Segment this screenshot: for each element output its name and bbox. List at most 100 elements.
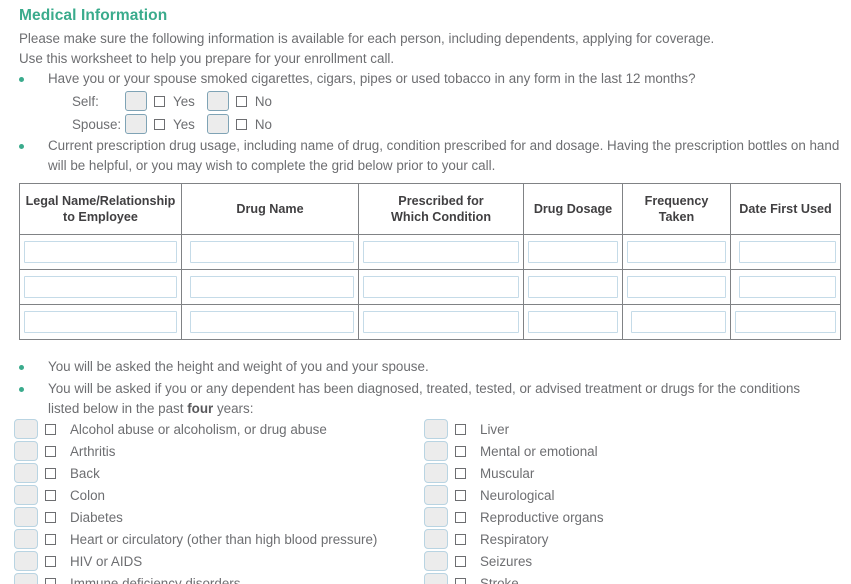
condition-checkbox[interactable] bbox=[45, 423, 56, 435]
self-no-label: No bbox=[254, 93, 272, 109]
input-legal-name[interactable] bbox=[24, 311, 177, 333]
spouse-no-field[interactable] bbox=[206, 114, 229, 134]
condition-field-box[interactable] bbox=[424, 573, 448, 584]
input-date-first-used[interactable] bbox=[735, 311, 836, 333]
input-drug-dosage[interactable] bbox=[528, 241, 618, 263]
list-item: HIV or AIDS bbox=[14, 550, 377, 572]
list-item: Reproductive organs bbox=[424, 506, 604, 528]
condition-checkbox[interactable] bbox=[455, 533, 466, 545]
condition-field-box[interactable] bbox=[14, 573, 38, 584]
col-header-drug-dosage: Drug Dosage bbox=[523, 183, 623, 235]
cell-drug-name bbox=[181, 234, 359, 270]
condition-field-box[interactable] bbox=[14, 507, 38, 527]
col-header-legal-name: Legal Name/Relationship to Employee bbox=[19, 183, 182, 235]
condition-checkbox[interactable] bbox=[45, 511, 56, 523]
condition-label: Back bbox=[70, 465, 100, 481]
cell-drug-dosage bbox=[523, 234, 623, 270]
condition-field-box[interactable] bbox=[424, 441, 448, 461]
list-item: Arthritis bbox=[14, 440, 377, 462]
input-drug-name[interactable] bbox=[190, 241, 354, 263]
condition-field-box[interactable] bbox=[424, 485, 448, 505]
table-row bbox=[19, 234, 841, 270]
col-header-line: Prescribed for bbox=[398, 194, 484, 208]
cell-date-first-used bbox=[730, 269, 841, 305]
condition-label: Diabetes bbox=[70, 509, 123, 525]
answer-label-spouse: Spouse: bbox=[72, 116, 122, 132]
condition-label: Seizures bbox=[480, 553, 533, 569]
condition-label: Colon bbox=[70, 487, 105, 503]
condition-checkbox[interactable] bbox=[45, 555, 56, 567]
condition-field-box[interactable] bbox=[14, 419, 38, 439]
input-frequency[interactable] bbox=[631, 311, 726, 333]
input-legal-name[interactable] bbox=[24, 276, 177, 298]
condition-field-box[interactable] bbox=[14, 529, 38, 549]
condition-field-box[interactable] bbox=[14, 485, 38, 505]
condition-label: Heart or circulatory (other than high bl… bbox=[70, 531, 378, 547]
bullet-prescription-info: Current prescription drug usage, includi… bbox=[19, 136, 844, 176]
bullet-height-weight-text: You will be asked the height and weight … bbox=[48, 359, 429, 374]
bullet-tobacco-text: Have you or your spouse smoked cigarette… bbox=[48, 71, 696, 86]
input-prescribed-for[interactable] bbox=[363, 241, 519, 263]
input-drug-name[interactable] bbox=[190, 276, 354, 298]
input-date-first-used[interactable] bbox=[739, 241, 836, 263]
condition-checkbox[interactable] bbox=[45, 489, 56, 501]
input-prescribed-for[interactable] bbox=[363, 311, 519, 333]
self-no-field[interactable] bbox=[206, 91, 229, 111]
condition-label: Arthritis bbox=[70, 443, 116, 459]
spouse-yes-field[interactable] bbox=[125, 114, 147, 134]
condition-checkbox[interactable] bbox=[45, 445, 56, 457]
input-legal-name[interactable] bbox=[24, 241, 177, 263]
col-header-prescribed-for: Prescribed for Which Condition bbox=[358, 183, 524, 235]
condition-field-box[interactable] bbox=[14, 441, 38, 461]
conditions-text-bold: four bbox=[187, 401, 214, 416]
cell-legal-name bbox=[19, 234, 182, 270]
bullet-tobacco-question: Have you or your spouse smoked cigarette… bbox=[19, 69, 829, 89]
input-drug-dosage[interactable] bbox=[528, 311, 618, 333]
condition-field-box[interactable] bbox=[14, 551, 38, 571]
input-date-first-used[interactable] bbox=[739, 276, 836, 298]
col-header-line: Taken bbox=[658, 210, 695, 224]
spouse-no-checkbox[interactable] bbox=[235, 118, 247, 130]
condition-label: Immune deficiency disorders bbox=[70, 575, 241, 584]
condition-checkbox[interactable] bbox=[455, 445, 466, 457]
input-frequency[interactable] bbox=[627, 276, 726, 298]
condition-checkbox[interactable] bbox=[45, 467, 56, 479]
cell-prescribed-for bbox=[358, 234, 524, 270]
input-drug-dosage[interactable] bbox=[528, 276, 618, 298]
self-yes-field[interactable] bbox=[125, 91, 147, 111]
condition-checkbox[interactable] bbox=[455, 511, 466, 523]
condition-field-box[interactable] bbox=[14, 463, 38, 483]
condition-field-box[interactable] bbox=[424, 551, 448, 571]
condition-field-box[interactable] bbox=[424, 463, 448, 483]
input-drug-name[interactable] bbox=[190, 311, 354, 333]
self-yes-checkbox[interactable] bbox=[154, 95, 165, 107]
condition-label: Liver bbox=[480, 421, 510, 437]
table-header-row: Legal Name/Relationship to Employee Drug… bbox=[19, 183, 841, 235]
list-item: Stroke bbox=[424, 572, 604, 584]
condition-label: Alcohol abuse or alcoholism, or drug abu… bbox=[70, 421, 327, 437]
spouse-yes-checkbox[interactable] bbox=[154, 118, 165, 130]
condition-checkbox[interactable] bbox=[455, 489, 466, 501]
condition-field-box[interactable] bbox=[424, 529, 448, 549]
list-item: Seizures bbox=[424, 550, 604, 572]
self-yes-label: Yes bbox=[173, 93, 195, 109]
cell-prescribed-for bbox=[358, 269, 524, 305]
list-item: Back bbox=[14, 462, 377, 484]
list-item: Mental or emotional bbox=[424, 440, 604, 462]
input-frequency[interactable] bbox=[627, 241, 726, 263]
condition-checkbox[interactable] bbox=[45, 577, 56, 584]
condition-checkbox[interactable] bbox=[455, 577, 466, 584]
condition-checkbox[interactable] bbox=[455, 423, 466, 435]
condition-field-box[interactable] bbox=[424, 419, 448, 439]
list-item: Heart or circulatory (other than high bl… bbox=[14, 528, 377, 550]
cell-date-first-used bbox=[730, 234, 841, 270]
condition-checkbox[interactable] bbox=[455, 555, 466, 567]
input-prescribed-for[interactable] bbox=[363, 276, 519, 298]
condition-checkbox[interactable] bbox=[455, 467, 466, 479]
condition-checkbox[interactable] bbox=[45, 533, 56, 545]
condition-label: Stroke bbox=[480, 575, 519, 584]
condition-field-box[interactable] bbox=[424, 507, 448, 527]
prescription-drug-table: Legal Name/Relationship to Employee Drug… bbox=[19, 183, 841, 340]
col-header-line: Frequency bbox=[644, 194, 709, 208]
self-no-checkbox[interactable] bbox=[235, 95, 247, 107]
